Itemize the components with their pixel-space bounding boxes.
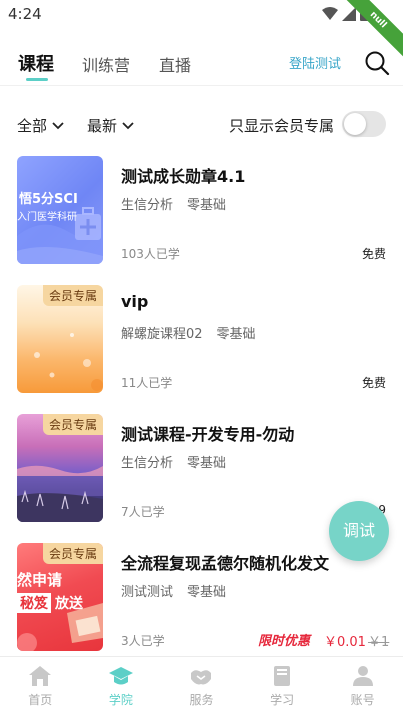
search-icon[interactable] [364,50,390,76]
learner-count: 7人已学 [121,505,165,519]
signal-icon [342,6,356,21]
limited-offer-label: 限时优惠 [258,634,311,649]
course-tag: 零基础 [187,585,227,600]
nav-item-account[interactable]: 账号 [322,657,403,716]
member-badge: 会员专属 [42,414,103,435]
original-price: ￥1 [368,635,390,650]
thumbnail-text: 悟5分SCI [19,192,78,207]
chevron-down-icon [122,121,134,129]
sort-dropdown[interactable]: 最新 [87,115,135,136]
course-thumbnail: 会员专属 [17,285,103,393]
bottom-nav: 首页 学院 服务 学习 账号 [0,656,403,716]
course-title: vip [121,292,149,311]
course-item[interactable]: 然申请 秘笈 放送 会员专属 全流程复现孟德尔随机化发文 测试测试 零基础 3人… [0,543,403,653]
course-title: 全流程复现孟德尔随机化发文 [121,554,330,573]
member-only-toggle[interactable] [342,111,386,137]
graduation-cap-icon [108,667,133,685]
handshake-icon [191,670,212,685]
promo-price: ￥0.01 [324,635,366,650]
top-tab-bar: 课程 训练营 直播 登陆测试 [0,40,403,86]
course-item[interactable]: 悟5分SCI 入门医学科研 测试成长勋章4.1 生信分析 零基础 103人已学 … [0,156,403,266]
category-label: 全部 [17,117,48,135]
course-tag: 测试测试 [121,585,174,600]
nav-label: 账号 [350,693,375,707]
course-price: 免费 [361,247,386,261]
course-tags: 测试测试 零基础 [121,581,226,600]
nav-label: 服务 [189,693,214,707]
chevron-down-icon [52,121,64,129]
status-time: 4:24 [8,5,42,23]
status-bar: 4:24 null [0,0,403,65]
nav-item-service[interactable]: 服务 [161,657,242,716]
active-tab-indicator [26,78,48,81]
course-thumbnail: 然申请 秘笈 放送 会员专属 [17,543,103,651]
course-tag: 零基础 [187,198,227,213]
thumbnail-text: 秘笈 [17,593,51,613]
debug-button[interactable]: 调试 [329,501,389,561]
course-title: 测试课程-开发专用-勿动 [121,425,295,444]
course-thumbnail: 会员专属 [17,414,103,522]
nav-label: 学院 [108,693,133,707]
learner-count: 3人已学 [121,634,165,648]
book-icon [274,666,291,686]
course-item[interactable]: 会员专属 vip 解螺旋课程02 零基础 11人已学 免费 [0,285,403,395]
nav-item-home[interactable]: 首页 [0,657,81,716]
learner-count: 11人已学 [121,376,173,390]
nav-item-study[interactable]: 学习 [242,657,323,716]
course-tag: 生信分析 [121,198,174,213]
nav-label: 首页 [28,693,53,707]
course-thumbnail: 悟5分SCI 入门医学科研 [17,156,103,264]
wifi-icon [322,6,338,20]
course-tags: 解螺旋课程02 零基础 [121,323,256,342]
member-badge: 会员专属 [42,543,103,564]
thumbnail-text: 然申请 [17,571,63,589]
course-tags: 生信分析 零基础 [121,194,226,213]
thumbnail-text: 入门医学科研 [17,212,77,223]
nav-label: 学习 [270,693,295,707]
sort-label: 最新 [87,117,118,135]
learner-count: 103人已学 [121,247,180,261]
category-dropdown[interactable]: 全部 [17,115,65,136]
course-tags: 生信分析 零基础 [121,452,226,471]
course-price: 免费 [361,376,386,390]
course-title: 测试成长勋章4.1 [121,167,246,186]
user-icon [352,666,373,686]
course-tag: 零基础 [187,456,227,471]
tab-training-camp[interactable]: 训练营 [82,52,130,76]
login-test-link[interactable]: 登陆测试 [289,53,341,72]
course-tag: 零基础 [216,327,256,342]
tab-courses[interactable]: 课程 [18,50,54,76]
member-badge: 会员专属 [42,285,103,306]
course-tag: 生信分析 [121,456,174,471]
thumbnail-text: 放送 [55,596,83,612]
toggle-knob [344,113,366,135]
home-icon [29,666,52,686]
tab-live[interactable]: 直播 [159,52,191,76]
nav-item-academy[interactable]: 学院 [81,657,162,716]
member-only-label: 只显示会员专属 [229,117,335,135]
course-tag: 解螺旋课程02 [121,327,203,342]
filter-row: 全部 最新 只显示会员专属 [0,110,403,140]
